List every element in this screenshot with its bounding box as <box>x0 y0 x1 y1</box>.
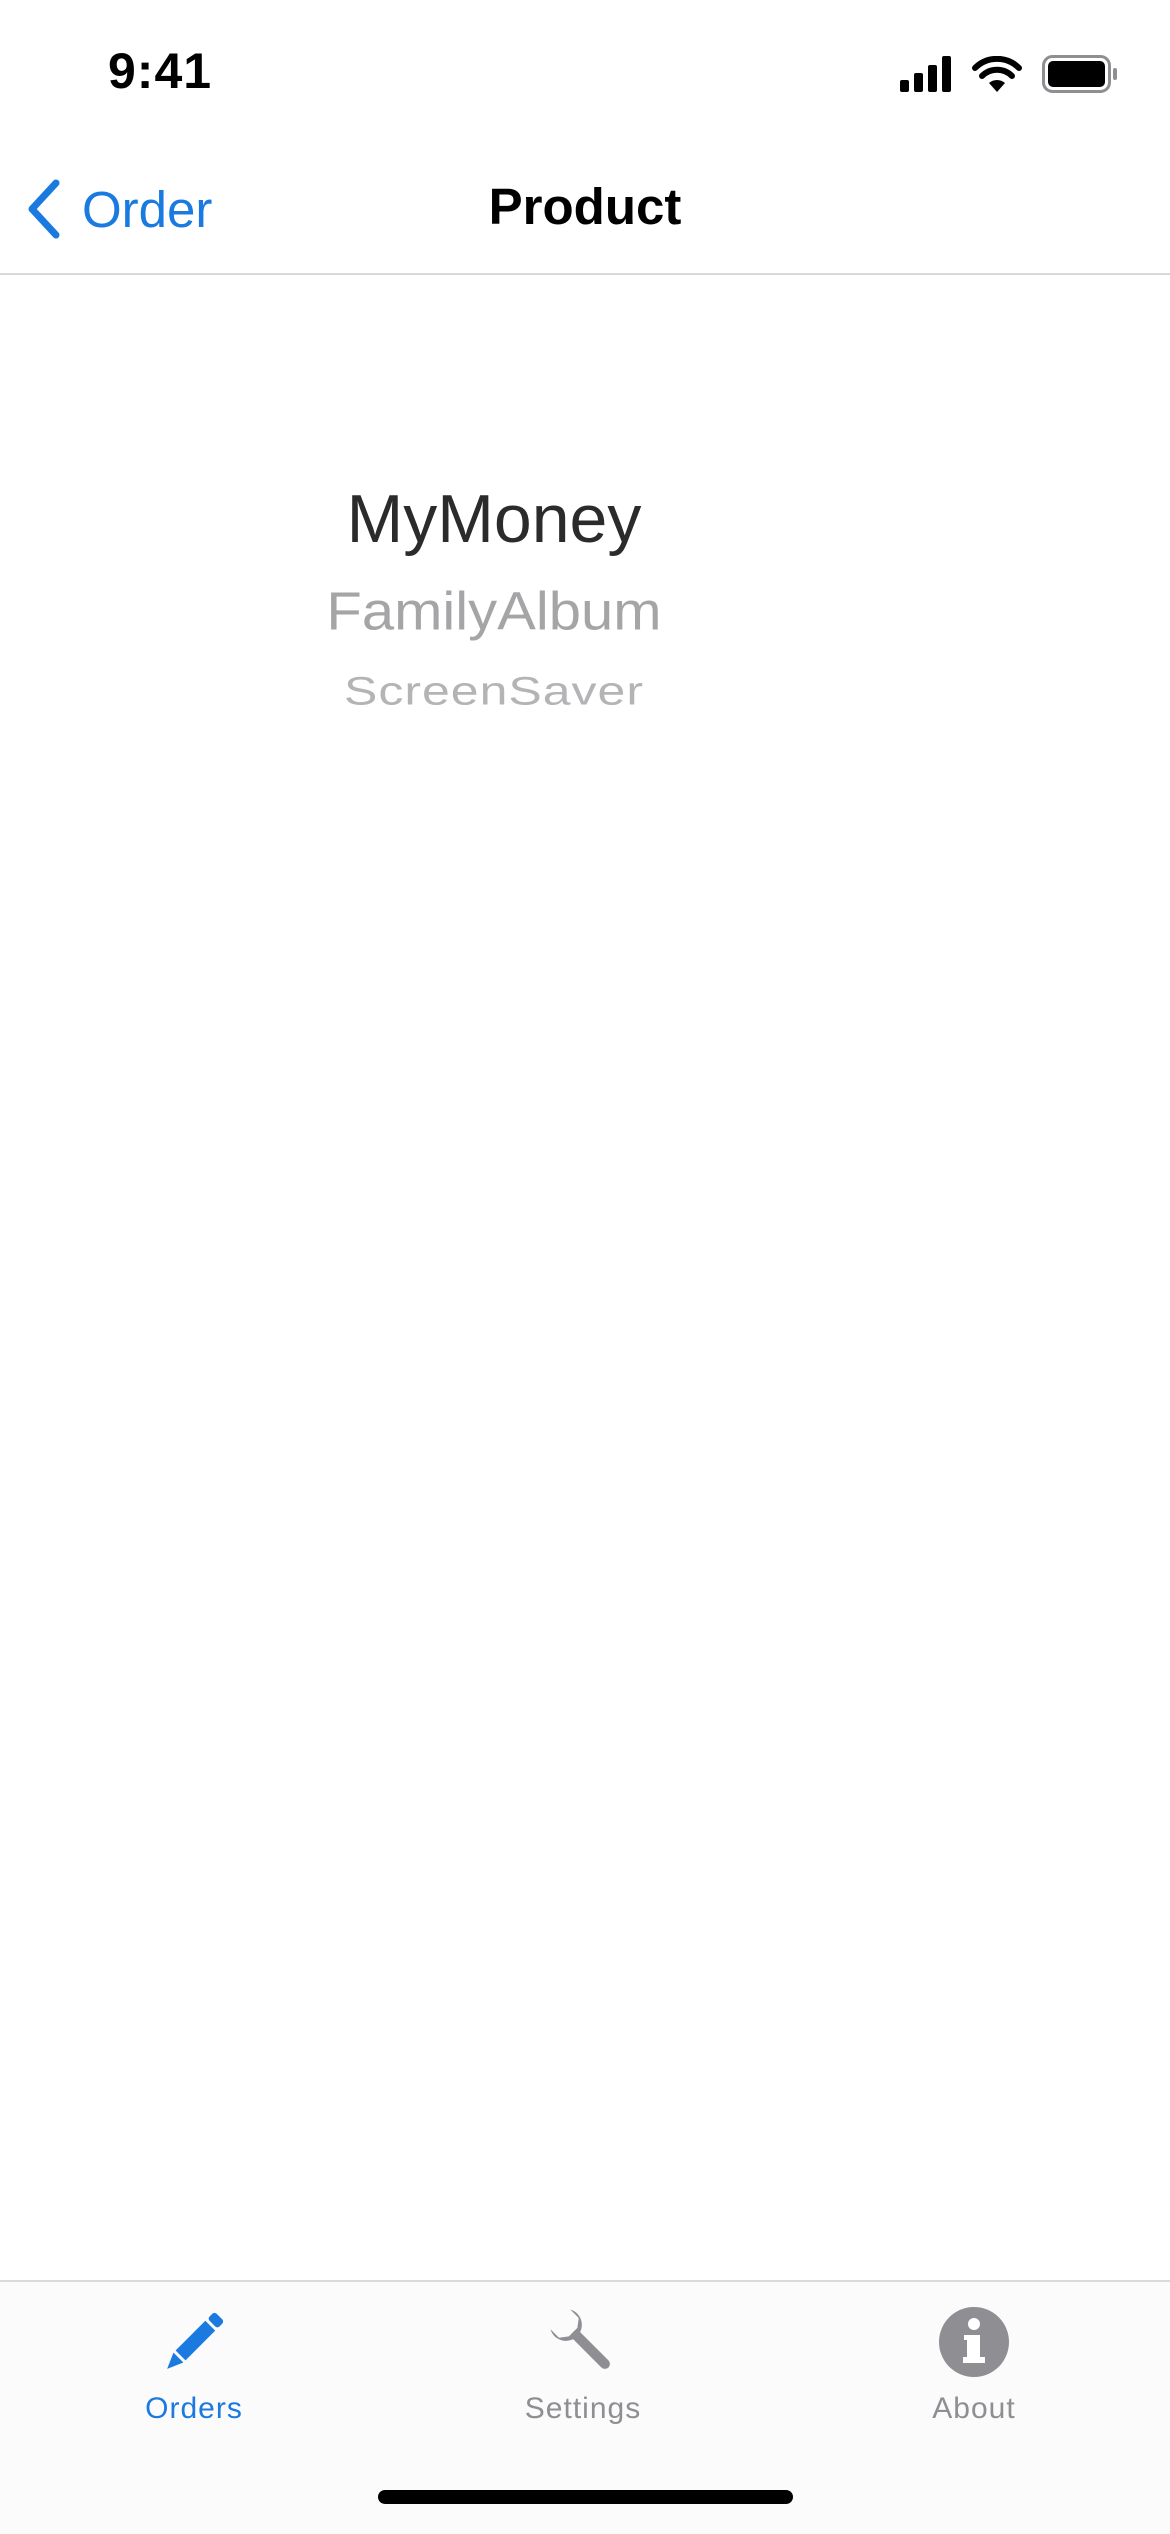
wifi-icon <box>972 56 1022 92</box>
cellular-signal-icon <box>900 56 951 92</box>
navigation-bar: Order Product <box>0 150 1170 275</box>
status-bar: 9:41 <box>0 0 1170 150</box>
wrench-icon <box>550 2309 610 2369</box>
tab-about[interactable]: About <box>824 2302 1124 2452</box>
tab-settings[interactable]: Settings <box>433 2302 733 2452</box>
tab-orders-label: Orders <box>145 2392 243 2425</box>
status-time: 9:41 <box>108 43 213 99</box>
picker-row-selected[interactable]: MyMoney <box>0 480 988 558</box>
product-picker[interactable]: MyMoney FamilyAlbum ScreenSaver <box>0 460 988 740</box>
pencil-icon <box>167 2312 224 2369</box>
tab-settings-label: Settings <box>524 2392 642 2425</box>
home-indicator[interactable] <box>378 2490 793 2504</box>
page-title: Product <box>488 178 682 235</box>
battery-icon <box>1042 55 1117 93</box>
tab-orders[interactable]: Orders <box>44 2302 344 2452</box>
picker-row[interactable]: ScreenSaver <box>0 668 988 714</box>
picker-row[interactable]: FamilyAlbum <box>0 581 988 643</box>
tab-about-label: About <box>932 2392 1016 2425</box>
info-icon <box>939 2307 1009 2377</box>
status-icons <box>900 54 1118 94</box>
